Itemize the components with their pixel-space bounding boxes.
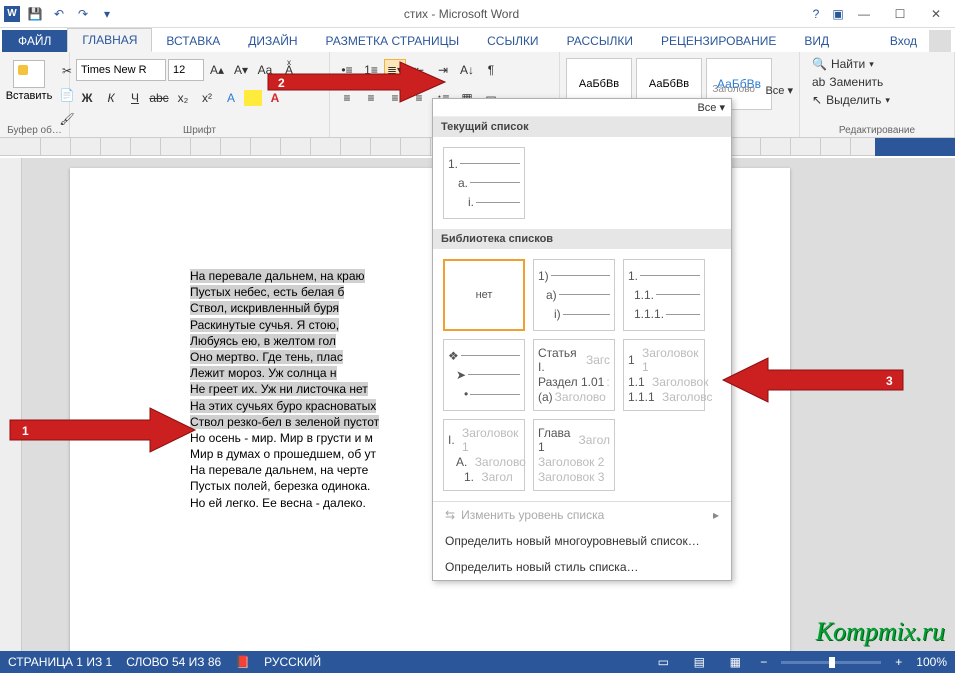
status-proofing-icon[interactable]: 📕 bbox=[235, 655, 250, 669]
tab-layout[interactable]: РАЗМЕТКА СТРАНИЦЫ bbox=[312, 30, 474, 52]
shrink-font-button[interactable]: A▾ bbox=[230, 59, 252, 81]
ml-preset-bullets[interactable]: ❖ ➤ • bbox=[443, 339, 525, 411]
font-group-label: Шрифт bbox=[70, 125, 329, 136]
status-page[interactable]: СТРАНИЦА 1 ИЗ 1 bbox=[8, 655, 112, 669]
tab-references[interactable]: ССЫЛКИ bbox=[473, 30, 552, 52]
italic-button[interactable]: К bbox=[100, 87, 122, 109]
view-print-button[interactable]: ▤ bbox=[688, 654, 710, 670]
ml-section-current: Текущий список bbox=[433, 117, 731, 137]
ml-preset-paren[interactable]: 1) a) i) bbox=[533, 259, 615, 331]
qat-more-button[interactable]: ▾ bbox=[96, 3, 118, 25]
paste-button[interactable]: Вставить bbox=[6, 58, 52, 116]
user-avatar[interactable] bbox=[929, 30, 951, 52]
ml-define-new-list[interactable]: Определить новый многоуровневый список… bbox=[433, 528, 731, 554]
ml-footer: ⇆ Изменить уровень списка ▸ Определить н… bbox=[433, 501, 731, 580]
redo-button[interactable]: ↷ bbox=[72, 3, 94, 25]
callout-arrow-2: 2 bbox=[260, 58, 450, 106]
view-read-button[interactable]: ▭ bbox=[652, 654, 674, 670]
undo-button[interactable]: ↶ bbox=[48, 3, 70, 25]
close-button[interactable]: ✕ bbox=[921, 4, 951, 24]
clipboard-group-label: Буфер об… bbox=[0, 125, 69, 136]
svg-text:1: 1 bbox=[22, 424, 29, 438]
ml-change-level: ⇆ Изменить уровень списка ▸ bbox=[433, 502, 731, 528]
zoom-out-button[interactable]: − bbox=[760, 655, 767, 669]
zoom-slider[interactable] bbox=[781, 661, 881, 664]
paste-label: Вставить bbox=[6, 90, 53, 102]
underline-button[interactable]: Ч bbox=[124, 87, 146, 109]
font-name-combo[interactable]: Times New R bbox=[76, 59, 166, 81]
tab-insert[interactable]: ВСТАВКА bbox=[152, 30, 234, 52]
paste-icon bbox=[13, 60, 45, 88]
tab-home[interactable]: ГЛАВНАЯ bbox=[67, 28, 152, 52]
window-title: стих - Microsoft Word bbox=[118, 7, 805, 21]
maximize-button[interactable]: ☐ bbox=[885, 4, 915, 24]
group-clipboard: Вставить ✂ 📄 🖌 Буфер об… bbox=[0, 52, 70, 137]
ml-preset-none[interactable]: нет bbox=[443, 259, 525, 331]
callout-arrow-1: 1 bbox=[0, 400, 200, 460]
ribbon-tabs: ФАЙЛ ГЛАВНАЯ ВСТАВКА ДИЗАЙН РАЗМЕТКА СТР… bbox=[0, 28, 955, 52]
subscript-button[interactable]: x₂ bbox=[172, 87, 194, 109]
font-size-combo[interactable]: 12 bbox=[168, 59, 204, 81]
window-controls: — ☐ ✕ bbox=[849, 4, 951, 24]
indent-icon: ⇆ bbox=[445, 508, 455, 522]
show-marks-button[interactable]: ¶ bbox=[480, 59, 502, 81]
ribbon-help-button[interactable]: ? bbox=[805, 3, 827, 25]
watermark: Kompmix.ru bbox=[816, 617, 945, 647]
text-effects-button[interactable]: A bbox=[220, 87, 242, 109]
status-words[interactable]: СЛОВО 54 ИЗ 86 bbox=[126, 655, 221, 669]
save-button[interactable]: 💾 bbox=[24, 3, 46, 25]
search-icon: 🔍 bbox=[812, 57, 827, 71]
multilevel-list-panel: Все ▾ Текущий список 1. a. i. Библиотека… bbox=[432, 98, 732, 581]
replace-icon: ab bbox=[812, 75, 825, 89]
zoom-in-button[interactable]: + bbox=[895, 655, 902, 669]
ml-section-library: Библиотека списков bbox=[433, 229, 731, 249]
zoom-level[interactable]: 100% bbox=[916, 655, 947, 669]
ml-preset-decimal[interactable]: 1. 1.1. 1.1.1. bbox=[623, 259, 705, 331]
bold-button[interactable]: Ж bbox=[76, 87, 98, 109]
superscript-button[interactable]: x² bbox=[196, 87, 218, 109]
editing-group-label: Редактирование bbox=[800, 125, 954, 136]
quick-access-toolbar: 💾 ↶ ↷ ▾ bbox=[24, 3, 118, 25]
tab-review[interactable]: РЕЦЕНЗИРОВАНИЕ bbox=[647, 30, 790, 52]
grow-font-button[interactable]: A▴ bbox=[206, 59, 228, 81]
styles-all[interactable]: Все ▾ bbox=[765, 84, 793, 97]
sign-in-link[interactable]: Вход bbox=[882, 30, 925, 52]
group-editing: 🔍Найти▾ abЗаменить ↖Выделить▾ Редактиров… bbox=[800, 52, 955, 137]
ml-preset-article[interactable]: Статья I.Загс Раздел 1.01: (a)Заголово bbox=[533, 339, 615, 411]
ml-preset-heading-num[interactable]: 1 Заголовок 1 1.1 Заголовок 1.1.1 Заголо… bbox=[623, 339, 705, 411]
cursor-icon: ↖ bbox=[812, 93, 822, 107]
select-button[interactable]: ↖Выделить▾ bbox=[810, 92, 944, 108]
strike-button[interactable]: abc bbox=[148, 87, 170, 109]
sort-button[interactable]: A↓ bbox=[456, 59, 478, 81]
styles-sub: Заголово bbox=[712, 84, 755, 95]
minimize-button[interactable]: — bbox=[849, 4, 879, 24]
ml-define-new-style[interactable]: Определить новый стиль списка… bbox=[433, 554, 731, 580]
tab-file[interactable]: ФАЙЛ bbox=[2, 30, 67, 52]
svg-text:3: 3 bbox=[886, 374, 893, 388]
title-bar: W 💾 ↶ ↷ ▾ стих - Microsoft Word ? ▣ — ☐ … bbox=[0, 0, 955, 28]
replace-button[interactable]: abЗаменить bbox=[810, 74, 944, 90]
find-button[interactable]: 🔍Найти▾ bbox=[810, 56, 944, 72]
ml-all-dropdown[interactable]: Все ▾ bbox=[697, 101, 725, 114]
tab-design[interactable]: ДИЗАЙН bbox=[234, 30, 311, 52]
callout-arrow-3: 3 bbox=[718, 350, 908, 410]
word-icon: W bbox=[4, 6, 20, 22]
tab-view[interactable]: ВИД bbox=[790, 30, 843, 52]
ribbon-options-button[interactable]: ▣ bbox=[827, 3, 849, 25]
ml-preset-roman-alpha[interactable]: I. Заголовок 1 A. Заголово 1. Загол bbox=[443, 419, 525, 491]
tab-mailings[interactable]: РАССЫЛКИ bbox=[553, 30, 647, 52]
status-bar: СТРАНИЦА 1 ИЗ 1 СЛОВО 54 ИЗ 86 📕 РУССКИЙ… bbox=[0, 651, 955, 673]
view-web-button[interactable]: ▦ bbox=[724, 654, 746, 670]
svg-text:2: 2 bbox=[278, 76, 285, 90]
status-language[interactable]: РУССКИЙ bbox=[264, 655, 321, 669]
ml-current-item[interactable]: 1. a. i. bbox=[443, 147, 525, 219]
ml-preset-chapter[interactable]: Глава 1 Загол Заголовок 2 Заголовок 3 bbox=[533, 419, 615, 491]
